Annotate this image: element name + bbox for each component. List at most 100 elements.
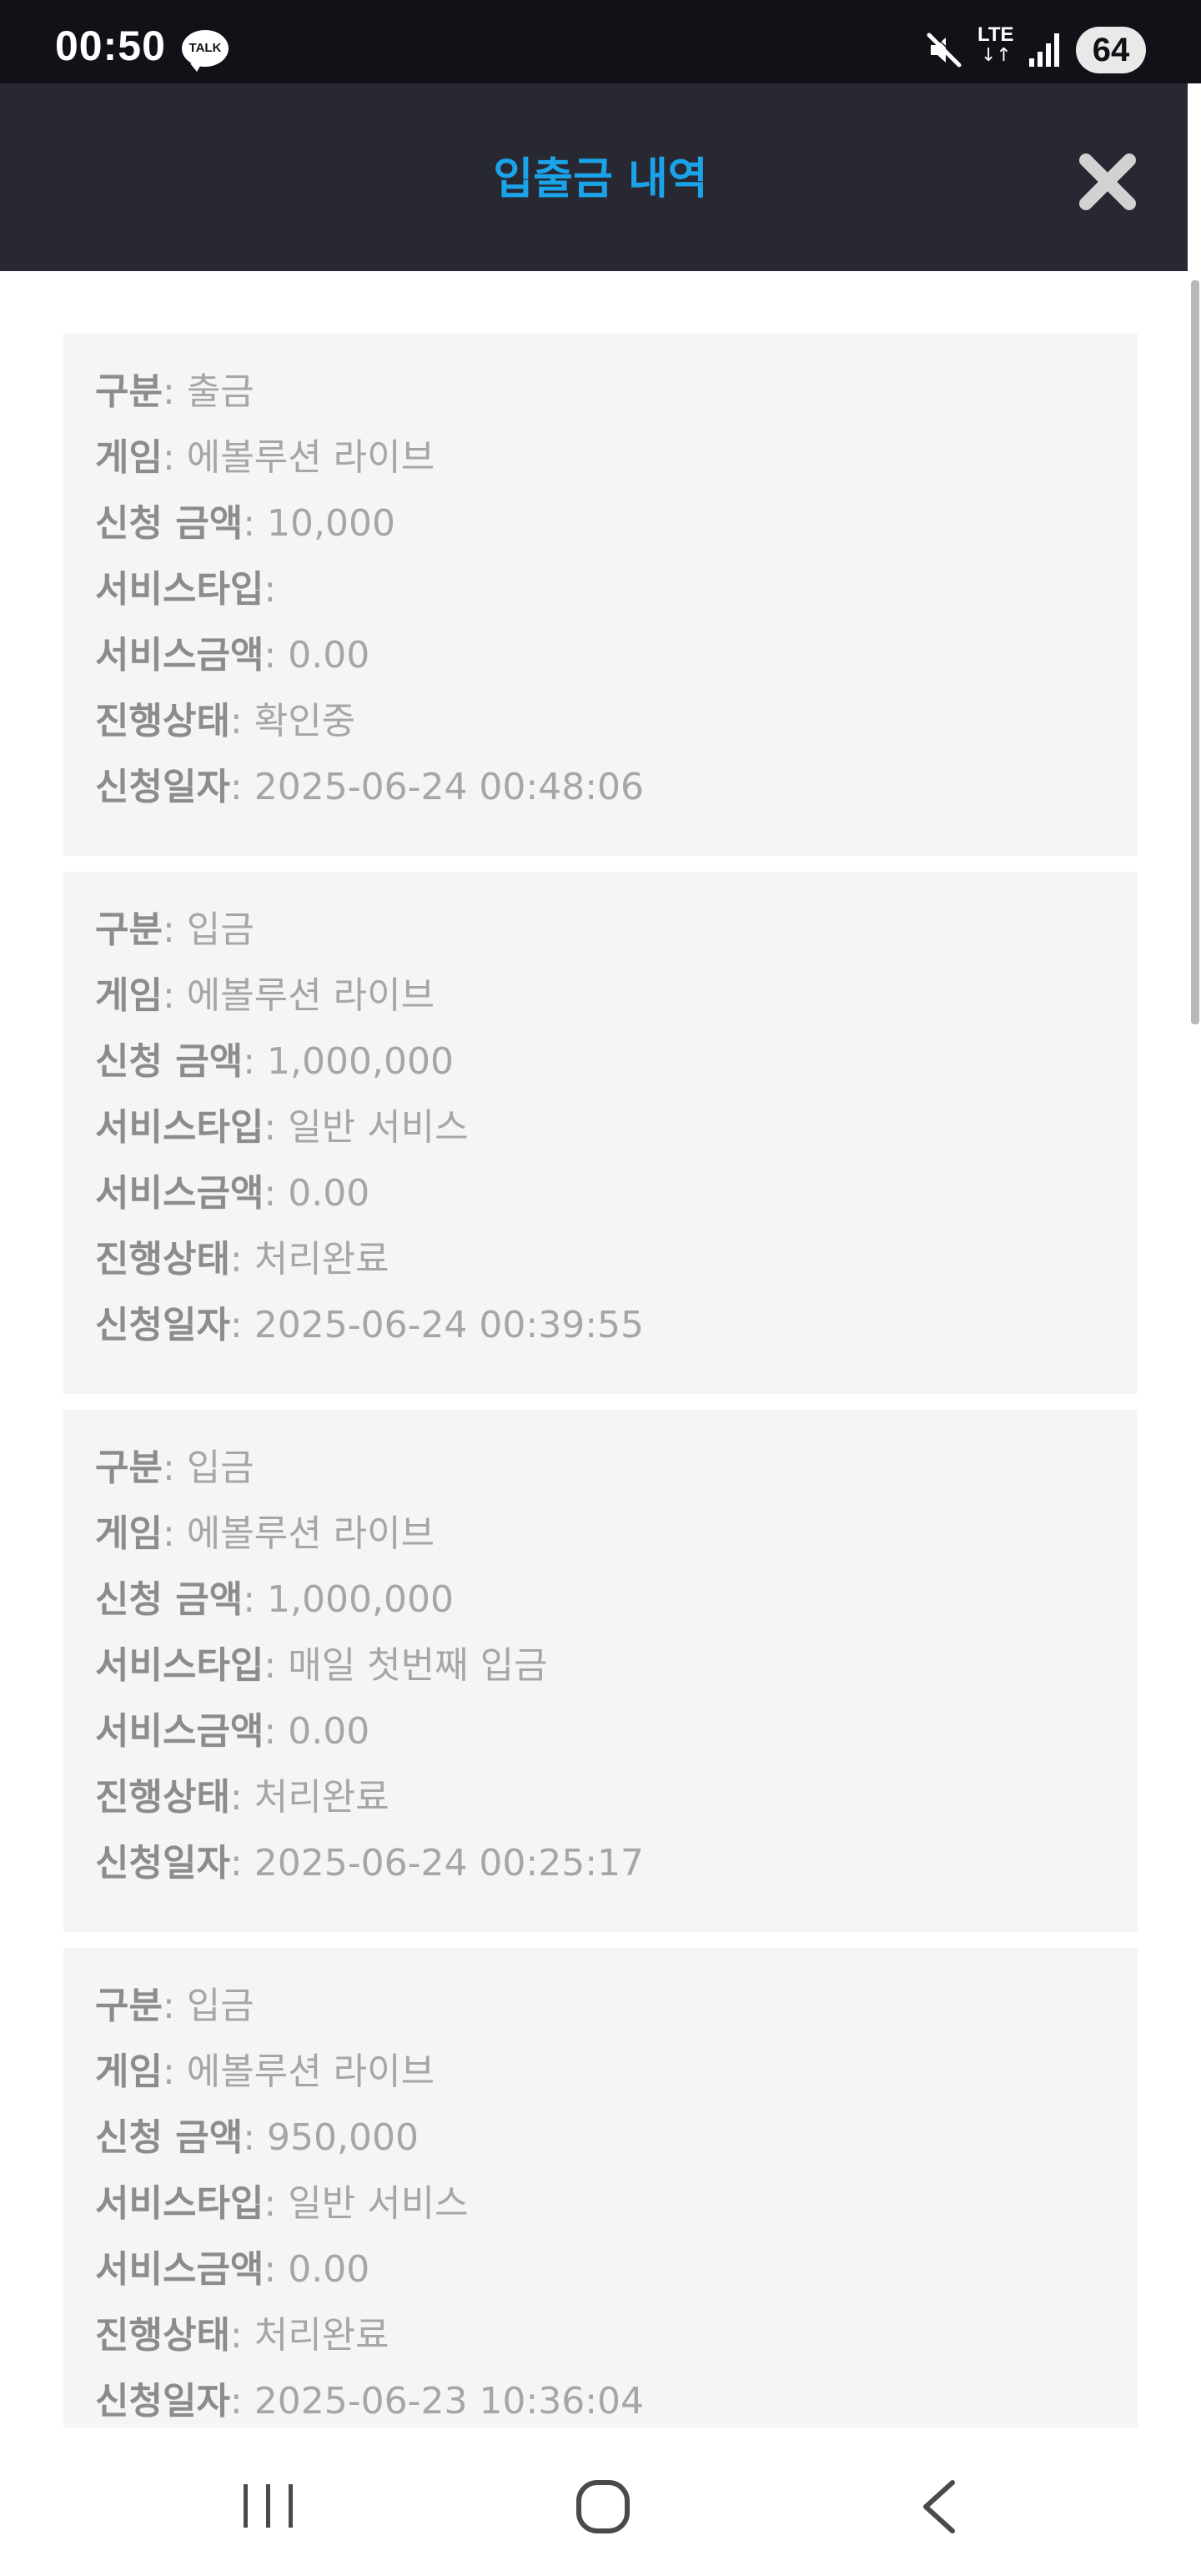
row-label: 구분 xyxy=(95,908,163,951)
row-label: 신청일자 xyxy=(95,1842,230,1884)
row-service-amount: 서비스금액: 0.00 xyxy=(95,1707,369,1757)
row-type: 구분: 입금 xyxy=(95,1981,254,2031)
row-game: 게임: 에볼루션 라이브 xyxy=(95,433,435,483)
row-status: 진행상태: 처리완료 xyxy=(95,1235,389,1285)
row-label: 서비스타입 xyxy=(95,1106,264,1149)
row-amount: 신청 금액: 1,000,000 xyxy=(95,1575,454,1625)
row-value: : 에볼루션 라이브 xyxy=(162,974,435,1017)
network-arrows-icon: ↓↑ xyxy=(981,45,1012,66)
home-icon[interactable] xyxy=(575,2479,631,2534)
row-value: : 출금 xyxy=(162,370,254,413)
row-label: 신청일자 xyxy=(95,2380,230,2423)
row-service-type: 서비스타입: 일반 서비스 xyxy=(95,2179,469,2229)
row-value: : 0.00 xyxy=(264,1172,370,1215)
row-value: : 처리완료 xyxy=(229,1238,389,1280)
row-service-type: 서비스타입: xyxy=(95,565,276,615)
row-label: 구분 xyxy=(95,1985,163,2027)
row-label: 서비스타입 xyxy=(95,568,264,611)
status-bar: 00:50 TALK LTE ↓↑ 64 xyxy=(0,0,1201,83)
row-label: 서비스금액 xyxy=(95,1172,264,1215)
status-time: 00:50 xyxy=(55,23,166,69)
row-value: : 처리완료 xyxy=(229,1776,389,1819)
row-label: 서비스금액 xyxy=(95,634,264,677)
back-icon[interactable] xyxy=(919,2479,959,2534)
row-label: 신청 금액 xyxy=(95,502,244,545)
recent-apps-icon[interactable] xyxy=(240,2483,297,2529)
page-title: 입출금 내역 xyxy=(493,154,708,204)
row-label: 서비스금액 xyxy=(95,2248,264,2291)
row-value: : 0.00 xyxy=(264,634,370,677)
row-label: 서비스타입 xyxy=(95,2182,264,2225)
row-amount: 신청 금액: 10,000 xyxy=(95,499,395,549)
mute-icon xyxy=(927,32,962,68)
row-value: : 일반 서비스 xyxy=(264,2182,469,2225)
row-game: 게임: 에볼루션 라이브 xyxy=(95,2047,435,2097)
row-label: 진행상태 xyxy=(95,2314,230,2357)
row-value: : 확인중 xyxy=(229,700,356,742)
row-service-type: 서비스타입: 일반 서비스 xyxy=(95,1103,469,1153)
row-service-amount: 서비스금액: 0.00 xyxy=(95,2245,369,2295)
row-label: 신청 금액 xyxy=(95,2116,244,2159)
row-value: : 2025-06-24 00:25:17 xyxy=(229,1842,645,1884)
row-value: : 에볼루션 라이브 xyxy=(162,2050,435,2093)
row-label: 구분 xyxy=(95,1446,163,1489)
row-date: 신청일자: 2025-06-24 00:39:55 xyxy=(95,1301,644,1351)
row-service-type: 서비스타입: 매일 첫번째 입금 xyxy=(95,1641,548,1691)
header: 입출금 내역 xyxy=(0,83,1188,271)
row-label: 서비스금액 xyxy=(95,1710,264,1753)
row-label: 진행상태 xyxy=(95,1238,230,1280)
row-value: : 입금 xyxy=(162,1985,254,2027)
row-label: 신청일자 xyxy=(95,1304,230,1346)
row-value: : 1,000,000 xyxy=(243,1578,454,1621)
row-label: 신청일자 xyxy=(95,766,230,808)
row-type: 구분: 입금 xyxy=(95,905,254,955)
transaction-card: 구분: 입금 게임: 에볼루션 라이브 신청 금액: 950,000 서비스타입… xyxy=(63,1948,1138,2428)
row-value: : 매일 첫번째 입금 xyxy=(264,1644,548,1687)
row-value: : xyxy=(264,568,277,611)
row-amount: 신청 금액: 950,000 xyxy=(95,2113,419,2163)
talk-icon: TALK xyxy=(182,30,229,72)
row-label: 진행상태 xyxy=(95,700,230,742)
signal-icon xyxy=(1029,33,1059,67)
row-amount: 신청 금액: 1,000,000 xyxy=(95,1037,454,1087)
row-label: 구분 xyxy=(95,370,163,413)
row-value: : 0.00 xyxy=(264,2248,370,2291)
transaction-list[interactable]: 구분: 출금 게임: 에볼루션 라이브 신청 금액: 10,000 서비스타입:… xyxy=(0,271,1188,2428)
row-label: 신청 금액 xyxy=(95,1578,244,1621)
row-type: 구분: 입금 xyxy=(95,1443,254,1493)
row-date: 신청일자: 2025-06-24 00:25:17 xyxy=(95,1839,644,1889)
row-date: 신청일자: 2025-06-23 10:36:04 xyxy=(95,2377,644,2427)
close-icon[interactable] xyxy=(1076,150,1139,214)
row-value: : 2025-06-24 00:48:06 xyxy=(229,766,645,808)
row-value: : 입금 xyxy=(162,1446,254,1489)
row-service-amount: 서비스금액: 0.00 xyxy=(95,631,369,681)
transaction-card: 구분: 입금 게임: 에볼루션 라이브 신청 금액: 1,000,000 서비스… xyxy=(63,1410,1138,1932)
row-value: : 2025-06-24 00:39:55 xyxy=(229,1304,645,1346)
row-value: : 에볼루션 라이브 xyxy=(162,1512,435,1555)
row-value: : 입금 xyxy=(162,908,254,951)
scrollbar-thumb[interactable] xyxy=(1191,280,1199,1024)
row-status: 진행상태: 처리완료 xyxy=(95,2311,389,2361)
transaction-card: 구분: 출금 게임: 에볼루션 라이브 신청 금액: 10,000 서비스타입:… xyxy=(63,334,1138,856)
row-date: 신청일자: 2025-06-24 00:48:06 xyxy=(95,762,644,813)
row-game: 게임: 에볼루션 라이브 xyxy=(95,971,435,1021)
row-label: 진행상태 xyxy=(95,1776,230,1819)
row-value: : 일반 서비스 xyxy=(264,1106,469,1149)
row-value: : 에볼루션 라이브 xyxy=(162,436,435,479)
row-value: : 0.00 xyxy=(264,1710,370,1753)
row-game: 게임: 에볼루션 라이브 xyxy=(95,1509,435,1559)
row-label: 신청 금액 xyxy=(95,1040,244,1083)
row-value: : 950,000 xyxy=(243,2116,420,2159)
row-value: : 2025-06-23 10:36:04 xyxy=(229,2380,645,2423)
row-status: 진행상태: 확인중 xyxy=(95,697,355,747)
lte-icon: LTE xyxy=(977,23,1014,46)
row-value: : 10,000 xyxy=(243,502,396,545)
row-label: 게임 xyxy=(95,1512,163,1555)
row-value: : 처리완료 xyxy=(229,2314,389,2357)
row-label: 게임 xyxy=(95,974,163,1017)
row-label: 게임 xyxy=(95,2050,163,2093)
navigation-bar xyxy=(0,2428,1201,2576)
row-type: 구분: 출금 xyxy=(95,367,254,417)
row-value: : 1,000,000 xyxy=(243,1040,454,1083)
row-label: 게임 xyxy=(95,436,163,479)
